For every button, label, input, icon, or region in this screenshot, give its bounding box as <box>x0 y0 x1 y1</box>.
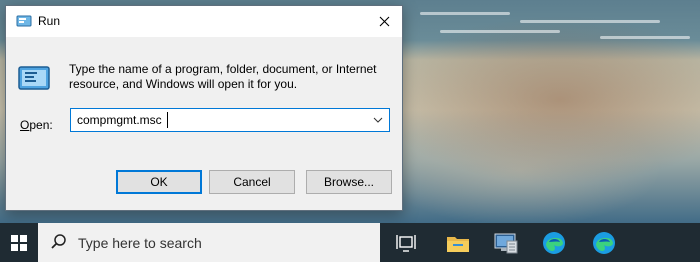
close-button[interactable] <box>366 6 402 37</box>
dropdown-button[interactable] <box>369 111 387 129</box>
open-label: Open: <box>20 118 53 132</box>
text-caret <box>167 112 168 128</box>
title-bar[interactable]: Run <box>6 6 402 37</box>
wallpaper-wave <box>420 12 510 15</box>
start-button[interactable] <box>0 223 38 262</box>
edge-button-1[interactable] <box>541 230 567 256</box>
file-explorer-button[interactable] <box>445 230 471 256</box>
computer-management-button[interactable] <box>493 230 519 256</box>
run-dialog: Run Type the name of a program, folder, … <box>5 5 403 211</box>
cancel-button[interactable]: Cancel <box>209 170 295 194</box>
file-explorer-icon <box>447 237 469 252</box>
ok-button[interactable]: OK <box>116 170 202 194</box>
open-label-mnemonic: O <box>20 118 30 132</box>
run-icon <box>16 14 32 28</box>
task-view-icon <box>396 235 416 252</box>
wallpaper-wave <box>520 20 660 23</box>
run-app-icon <box>17 63 51 93</box>
browse-button[interactable]: Browse... <box>306 170 392 194</box>
wallpaper-wave <box>440 30 560 33</box>
open-label-text: pen: <box>29 118 53 132</box>
close-icon <box>379 16 389 27</box>
open-input[interactable]: compmgmt.msc <box>77 113 162 127</box>
taskbar: Type here to search <box>0 223 700 262</box>
dialog-title: Run <box>38 14 61 28</box>
open-combobox[interactable]: compmgmt.msc <box>70 108 390 132</box>
edge-icon <box>543 232 565 254</box>
taskbar-search-box[interactable]: Type here to search <box>38 223 380 262</box>
task-view-button[interactable] <box>393 230 419 256</box>
chevron-down-icon <box>373 117 383 123</box>
windows-start-icon <box>11 234 27 251</box>
computer-management-icon <box>494 233 518 254</box>
search-icon <box>51 234 66 249</box>
edge-icon <box>593 232 615 254</box>
wallpaper-wave <box>600 36 690 39</box>
edge-button-2[interactable] <box>591 230 617 256</box>
dialog-description: Type the name of a program, folder, docu… <box>69 62 377 91</box>
search-placeholder: Type here to search <box>78 235 202 251</box>
